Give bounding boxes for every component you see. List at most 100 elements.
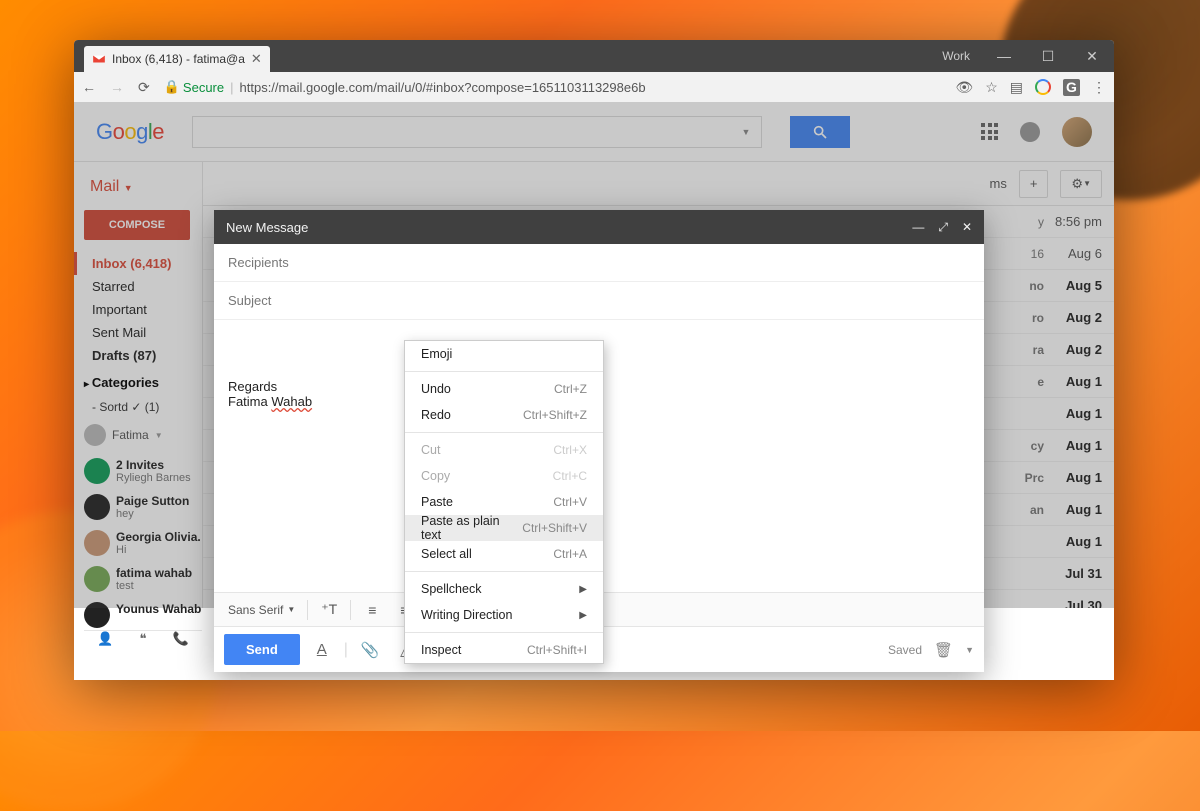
date: Jul 31 <box>1044 566 1102 581</box>
menu-shortcut: Ctrl+Shift+I <box>527 643 587 657</box>
menu-item[interactable]: UndoCtrl+Z <box>405 376 603 402</box>
menu-label: Redo <box>421 408 451 422</box>
menu-icon[interactable]: ⋮ <box>1092 79 1106 96</box>
sidebar: Mail ▼ COMPOSE Inbox (6,418) Starred Imp… <box>74 162 202 608</box>
toolbar-plus-button[interactable]: + <box>1019 170 1049 198</box>
compose-title: New Message <box>226 220 308 235</box>
hangout-item[interactable]: Younus Wahab <box>84 594 202 630</box>
hangouts-icon[interactable]: ❝ <box>139 631 146 647</box>
menu-label: Paste <box>421 495 453 509</box>
menu-item[interactable]: PasteCtrl+V <box>405 489 603 515</box>
menu-shortcut: Ctrl+A <box>553 547 587 561</box>
mail-dropdown[interactable]: Mail ▼ <box>84 172 202 210</box>
send-button[interactable]: Send <box>224 634 300 665</box>
search-icon <box>812 124 828 140</box>
date: 8:56 pm <box>1044 214 1102 229</box>
url-separator: | <box>230 80 233 95</box>
recipients-field[interactable]: Recipients <box>214 244 984 282</box>
subject-field[interactable]: Subject <box>214 282 984 320</box>
google-logo[interactable]: Google <box>96 119 164 145</box>
browser-window: Inbox (6,418) - fatima@a ✕ Work — ☐ ✕ ← … <box>74 40 1114 680</box>
search-input[interactable]: ▼ <box>192 116 762 148</box>
phone-icon[interactable]: 📞 <box>173 631 189 647</box>
compose-minimize-icon[interactable]: — <box>912 220 924 235</box>
font-select[interactable]: Sans Serif▼ <box>222 603 301 617</box>
maximize-button[interactable]: ☐ <box>1026 40 1070 72</box>
extension-icon[interactable]: ▤ <box>1010 79 1023 96</box>
menu-item[interactable]: Writing Direction ▶ <box>405 602 603 628</box>
hangouts-user[interactable]: Fatima ▼ <box>84 420 202 450</box>
row-col: y <box>1004 215 1044 229</box>
minimize-button[interactable]: — <box>982 40 1026 72</box>
discard-icon[interactable]: 🗑 <box>934 641 953 659</box>
avatar-icon <box>84 530 110 556</box>
avatar-icon <box>84 566 110 592</box>
hangout-item[interactable]: fatima wahabtest <box>84 558 202 594</box>
menu-item[interactable]: Select allCtrl+A <box>405 541 603 567</box>
nav-sent[interactable]: Sent Mail <box>84 321 202 344</box>
menu-item[interactable]: Paste as plain textCtrl+Shift+V <box>405 515 603 541</box>
nav-drafts[interactable]: Drafts (87) <box>84 344 202 367</box>
extension-circle-icon[interactable] <box>1035 79 1051 95</box>
more-options-icon[interactable]: ▼ <box>965 645 974 655</box>
url-box[interactable]: 🔒Secure | https://mail.google.com/mail/u… <box>164 79 942 95</box>
notifications-icon[interactable] <box>1020 122 1040 142</box>
search-button[interactable] <box>790 116 850 148</box>
menu-item[interactable]: InspectCtrl+Shift+I <box>405 637 603 663</box>
avatar-icon <box>84 494 110 520</box>
menu-item[interactable]: Spellcheck▶ <box>405 576 603 602</box>
attach-icon[interactable]: 📎 <box>356 641 384 659</box>
date: Aug 1 <box>1044 406 1102 421</box>
contacts-icon[interactable]: 👤 <box>97 631 113 647</box>
menu-shortcut: Ctrl+Z <box>554 382 587 396</box>
row-col: an <box>1004 503 1044 517</box>
account-avatar[interactable] <box>1062 117 1092 147</box>
row-col: no <box>1004 279 1044 293</box>
menu-label: Spellcheck <box>421 582 481 596</box>
menu-shortcut: Ctrl+X <box>553 443 587 457</box>
context-menu: EmojiUndoCtrl+ZRedoCtrl+Shift+ZCutCtrl+X… <box>404 340 604 664</box>
extension-g-icon[interactable]: G <box>1063 79 1080 96</box>
search-dropdown-icon[interactable]: ▼ <box>731 127 761 137</box>
menu-separator <box>405 432 603 433</box>
compose-close-icon[interactable]: ✕ <box>962 220 972 235</box>
date: Aug 6 <box>1044 246 1102 261</box>
browser-tab[interactable]: Inbox (6,418) - fatima@a ✕ <box>84 46 270 72</box>
indent-less-icon[interactable]: ≡ <box>357 597 387 623</box>
lock-icon: 🔒 <box>164 79 180 95</box>
forward-button[interactable]: → <box>110 79 124 95</box>
hangout-item[interactable]: Paige Suttonhey <box>84 486 202 522</box>
row-col: Prc <box>1004 471 1044 485</box>
text-format-icon[interactable]: A <box>308 641 336 658</box>
tab-close-icon[interactable]: ✕ <box>251 51 262 67</box>
compose-popout-icon[interactable]: ⤢ <box>938 220 948 235</box>
hangout-item[interactable]: 2 InvitesRyliegh Barnes <box>84 450 202 486</box>
font-size-button[interactable]: ⁺T <box>314 597 344 623</box>
eye-icon[interactable]: 👁 <box>955 79 973 96</box>
reload-button[interactable]: ⟳ <box>138 79 150 96</box>
secure-badge: 🔒Secure <box>164 79 224 95</box>
window-controls: Work — ☐ ✕ <box>942 40 1114 72</box>
menu-item[interactable]: RedoCtrl+Shift+Z <box>405 402 603 428</box>
star-icon[interactable]: ☆ <box>985 79 998 96</box>
settings-button[interactable]: ⚙ ▼ <box>1060 170 1102 198</box>
nav-sortd[interactable]: - Sortd ✓ (1) <box>84 394 202 420</box>
compose-button[interactable]: COMPOSE <box>84 210 190 240</box>
menu-label: Writing Direction <box>421 608 512 622</box>
recipients-placeholder: Recipients <box>228 255 289 270</box>
menu-item[interactable]: Emoji <box>405 341 603 367</box>
submenu-arrow-icon: ▶ <box>579 610 587 621</box>
apps-icon[interactable] <box>981 123 998 140</box>
nav-categories[interactable]: Categories <box>84 367 202 394</box>
toolbar-right-text: ms <box>989 176 1006 191</box>
nav-inbox[interactable]: Inbox (6,418) <box>74 252 202 275</box>
nav-starred[interactable]: Starred <box>84 275 202 298</box>
secure-label: Secure <box>183 80 224 95</box>
hangout-item[interactable]: Georgia Olivia.Hi <box>84 522 202 558</box>
chevron-down-icon: ▼ <box>287 605 295 614</box>
menu-label: Copy <box>421 469 450 483</box>
compose-header[interactable]: New Message — ⤢ ✕ <box>214 210 984 244</box>
back-button[interactable]: ← <box>82 79 96 95</box>
nav-important[interactable]: Important <box>84 298 202 321</box>
close-button[interactable]: ✕ <box>1070 40 1114 72</box>
